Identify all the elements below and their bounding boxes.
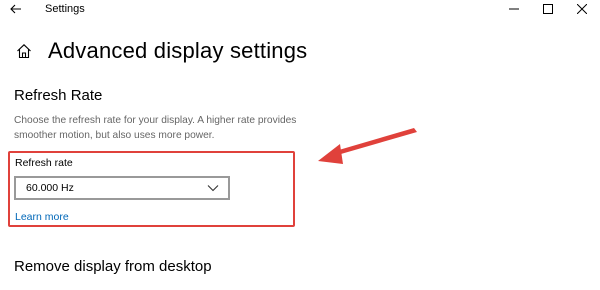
- back-arrow-icon: [10, 1, 22, 19]
- app-title: Settings: [45, 3, 85, 15]
- home-icon[interactable]: [14, 41, 34, 61]
- page-title: Advanced display settings: [48, 38, 308, 63]
- refresh-rate-selected-value: 60.000 Hz: [26, 182, 74, 194]
- page-header: Advanced display settings: [14, 38, 307, 64]
- maximize-button[interactable]: [532, 0, 564, 20]
- learn-more-link[interactable]: Learn more: [15, 211, 69, 223]
- title-bar: Settings: [0, 0, 600, 22]
- back-button[interactable]: [6, 1, 26, 19]
- annotation-arrow-head: [318, 144, 343, 164]
- minimize-button[interactable]: [498, 0, 530, 20]
- refresh-rate-dropdown[interactable]: 60.000 Hz: [14, 176, 230, 200]
- close-button[interactable]: [566, 0, 598, 20]
- chevron-down-icon: [206, 181, 220, 195]
- maximize-icon: [543, 1, 553, 19]
- refresh-rate-description: Choose the refresh rate for your display…: [14, 115, 297, 141]
- refresh-rate-heading: Refresh Rate: [14, 87, 103, 104]
- annotation-arrow-shaft: [332, 128, 417, 156]
- remove-display-heading: Remove display from desktop: [14, 258, 212, 275]
- refresh-rate-label: Refresh rate: [15, 157, 73, 169]
- close-icon: [576, 1, 588, 19]
- minimize-icon: [509, 1, 519, 19]
- settings-window: Settings Advanced display settings Refre…: [0, 0, 600, 290]
